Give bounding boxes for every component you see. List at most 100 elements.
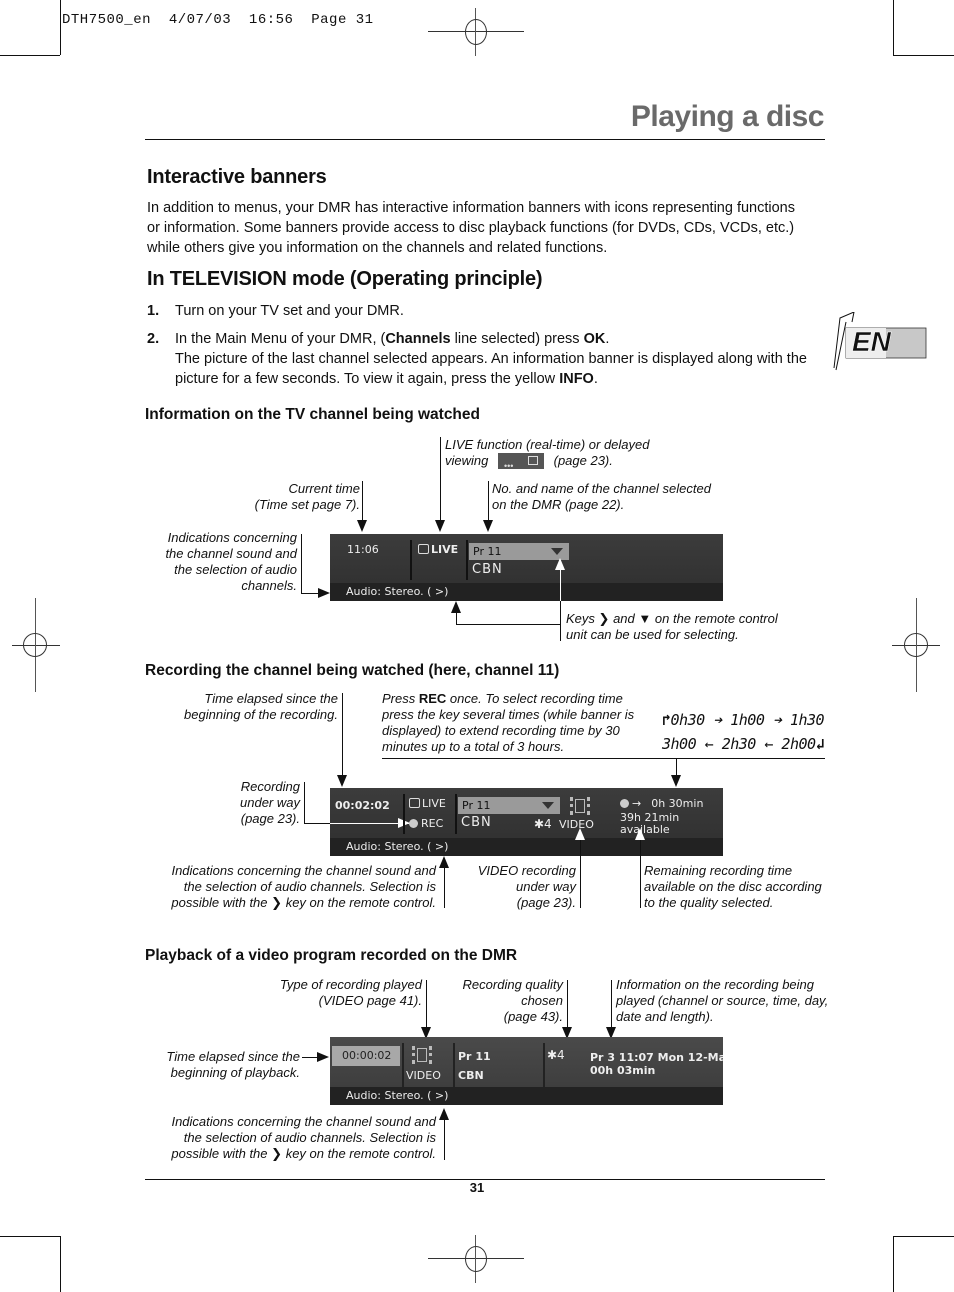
caption-recording-quality: Recording quality chosen (page 43). <box>462 977 563 1024</box>
film-icon <box>570 797 590 815</box>
banner-channel-number: Pr 11 <box>458 797 560 814</box>
banner-audio-status: Audio: Stereo. ( >) <box>330 583 723 601</box>
banner-channel-name: CBN <box>472 562 503 577</box>
diagram-heading-playback: Playback of a video program recorded on … <box>145 947 518 964</box>
caption-current-time: Current time (Time set page 7). <box>254 481 360 512</box>
tv-icon <box>409 798 420 808</box>
crop-mark <box>60 1236 61 1292</box>
banner-recording-info: Pr 3 11:07 Mon 12-Ma <box>590 1051 723 1064</box>
banner-live-status: LIVE <box>409 797 446 810</box>
tv-icon <box>418 544 429 554</box>
banner-channel-name: CBN <box>458 1069 484 1082</box>
diagram-heading-recording: Recording the channel being watched (her… <box>145 662 560 679</box>
info-banner-playback: 00:00:02 VIDEO Pr 11 CBN ✱4 Pr 3 11:07 M… <box>330 1037 723 1105</box>
caption-channel-selected: No. and name of the channel selected on t… <box>492 481 711 512</box>
delayed-viewing-icon: ••• <box>497 452 544 471</box>
arrow-up-icon <box>439 1108 449 1120</box>
info-banner-live: 11:06 LIVE Pr 11 CBN Audio: Stereo. ( >) <box>330 534 723 601</box>
info-banner-recording: 00:02:02 LIVE REC Pr 11 CBN ✱4 VIDEO → 0h… <box>330 788 723 856</box>
dropdown-triangle-icon <box>542 802 554 809</box>
caption-live-function: LIVE function (real-time) or delayed vie… <box>445 437 650 471</box>
film-icon <box>412 1046 432 1064</box>
printer-slug: DTH7500_en 4/07/03 16:56 Page 31 <box>62 12 374 28</box>
arrow-down-icon <box>357 520 367 532</box>
section-heading-interactive-banners: Interactive banners <box>147 166 327 188</box>
step-number: 1. <box>147 303 160 319</box>
crop-mark <box>893 1236 894 1292</box>
language-badge: EN <box>832 311 928 372</box>
section-intro-paragraph: In addition to menus, your DMR has inter… <box>147 200 795 256</box>
step-number: 2. <box>147 331 160 347</box>
down-key-icon: ▼ <box>638 611 652 626</box>
banner-audio-status: Audio: Stereo. ( >) <box>330 838 723 856</box>
dropdown-triangle-icon <box>551 548 563 555</box>
caption-video-recording: VIDEO recording under way (page 23). <box>477 863 576 910</box>
arrow-up-icon <box>451 601 461 613</box>
banner-audio-status: Audio: Stereo. ( >) <box>330 1087 723 1105</box>
diagram-heading-tv-channel: Information on the TV channel being watc… <box>145 406 480 423</box>
banner-video-label: VIDEO <box>406 1069 441 1082</box>
crop-mark <box>0 55 60 56</box>
step-text: Turn on your TV set and your DMR. <box>175 303 404 319</box>
language-code: EN <box>852 326 891 358</box>
arrow-down-icon <box>671 775 681 787</box>
header-rule <box>145 139 825 140</box>
arrow-return-icon: ↲ <box>815 735 825 753</box>
caption-elapsed-playback: Time elapsed since the beginning of playb… <box>166 1049 300 1080</box>
right-key-icon: ❯ <box>271 1146 283 1161</box>
page-number: 31 <box>469 1180 485 1195</box>
recording-time-sequence-row1: ↱0h30 ➔ 1h00 ➔ 1h30 <box>662 711 825 729</box>
banner-available-time: 39h 21min available <box>620 811 680 836</box>
arrow-down-icon <box>435 520 445 532</box>
banner-rec-status: REC <box>409 817 443 830</box>
right-key-icon: ❯ <box>598 611 610 626</box>
banner-live-status: LIVE <box>418 543 458 556</box>
page-title: Playing a disc <box>630 100 825 133</box>
arrow-down-icon <box>337 775 347 787</box>
caption-recording-info: Information on the recording being played… <box>616 977 829 1024</box>
rec-key: REC <box>418 691 447 706</box>
crop-mark <box>60 0 61 55</box>
caption-elapsed-recording: Time elapsed since the beginning of the r… <box>184 691 338 722</box>
channels-keyword: Channels <box>385 331 451 347</box>
caption-recording-type: Type of recording played (VIDEO page 41). <box>279 977 422 1008</box>
arrow-right-icon <box>317 1052 329 1062</box>
arrow-up-icon <box>575 828 585 840</box>
recording-time-sequence-row2: 3h00 ← 2h30 ← 2h00↲ <box>662 735 825 753</box>
banner-time: 11:06 <box>347 543 379 556</box>
step-item: 1. Turn on your TV set and your DMR. <box>147 301 807 321</box>
step-item: 2. In the Main Menu of your DMR, (Channe… <box>147 331 807 387</box>
caption-audio-indications: Indications concerning the channel sound … <box>165 530 297 593</box>
record-dot-icon <box>620 799 629 808</box>
arrow-right-icon: → <box>632 797 642 810</box>
banner-channel-number: Pr 11 <box>458 1050 491 1063</box>
arrow-up-icon <box>555 558 565 570</box>
section-heading-television-mode: In TELEVISION mode (Operating principle) <box>147 268 543 290</box>
caption-recording-under-way: Recording under way (page 23). <box>240 779 300 826</box>
caption-press-rec: Press REC once. To select recording time… <box>382 691 635 754</box>
crop-mark <box>893 0 894 55</box>
arrow-turn-icon: ↱ <box>662 711 671 729</box>
banner-channel-name: CBN <box>461 815 492 830</box>
banner-quality: ✱4 <box>534 817 552 831</box>
steps-list: 1. Turn on your TV set and your DMR. 2. … <box>147 301 807 397</box>
arrow-down-icon <box>483 520 493 532</box>
banner-rec-duration: → 0h 30min <box>620 797 703 810</box>
banner-channel-number: Pr 11 <box>469 543 569 560</box>
banner-elapsed-time: 00:02:02 <box>335 799 390 812</box>
record-dot-icon <box>409 819 418 828</box>
caption-audio-selection: Indications concerning the channel sound… <box>171 863 436 910</box>
crop-mark <box>0 1236 60 1237</box>
banner-recording-length: 00h 03min <box>590 1064 656 1077</box>
caption-keys: Keys ❯ and ▼ on the remote control unit … <box>566 611 778 642</box>
ok-key: OK <box>583 331 606 347</box>
crop-mark <box>893 55 954 56</box>
arrow-up-icon <box>439 856 449 868</box>
crop-mark <box>893 1236 954 1237</box>
arrow-up-icon <box>635 828 645 840</box>
banner-quality: ✱4 <box>547 1048 565 1062</box>
caption-remaining-time: Remaining recording time available on the… <box>644 863 822 910</box>
arrow-right-icon <box>318 588 330 598</box>
right-key-icon: ❯ <box>271 895 283 910</box>
info-key: INFO <box>559 371 594 387</box>
